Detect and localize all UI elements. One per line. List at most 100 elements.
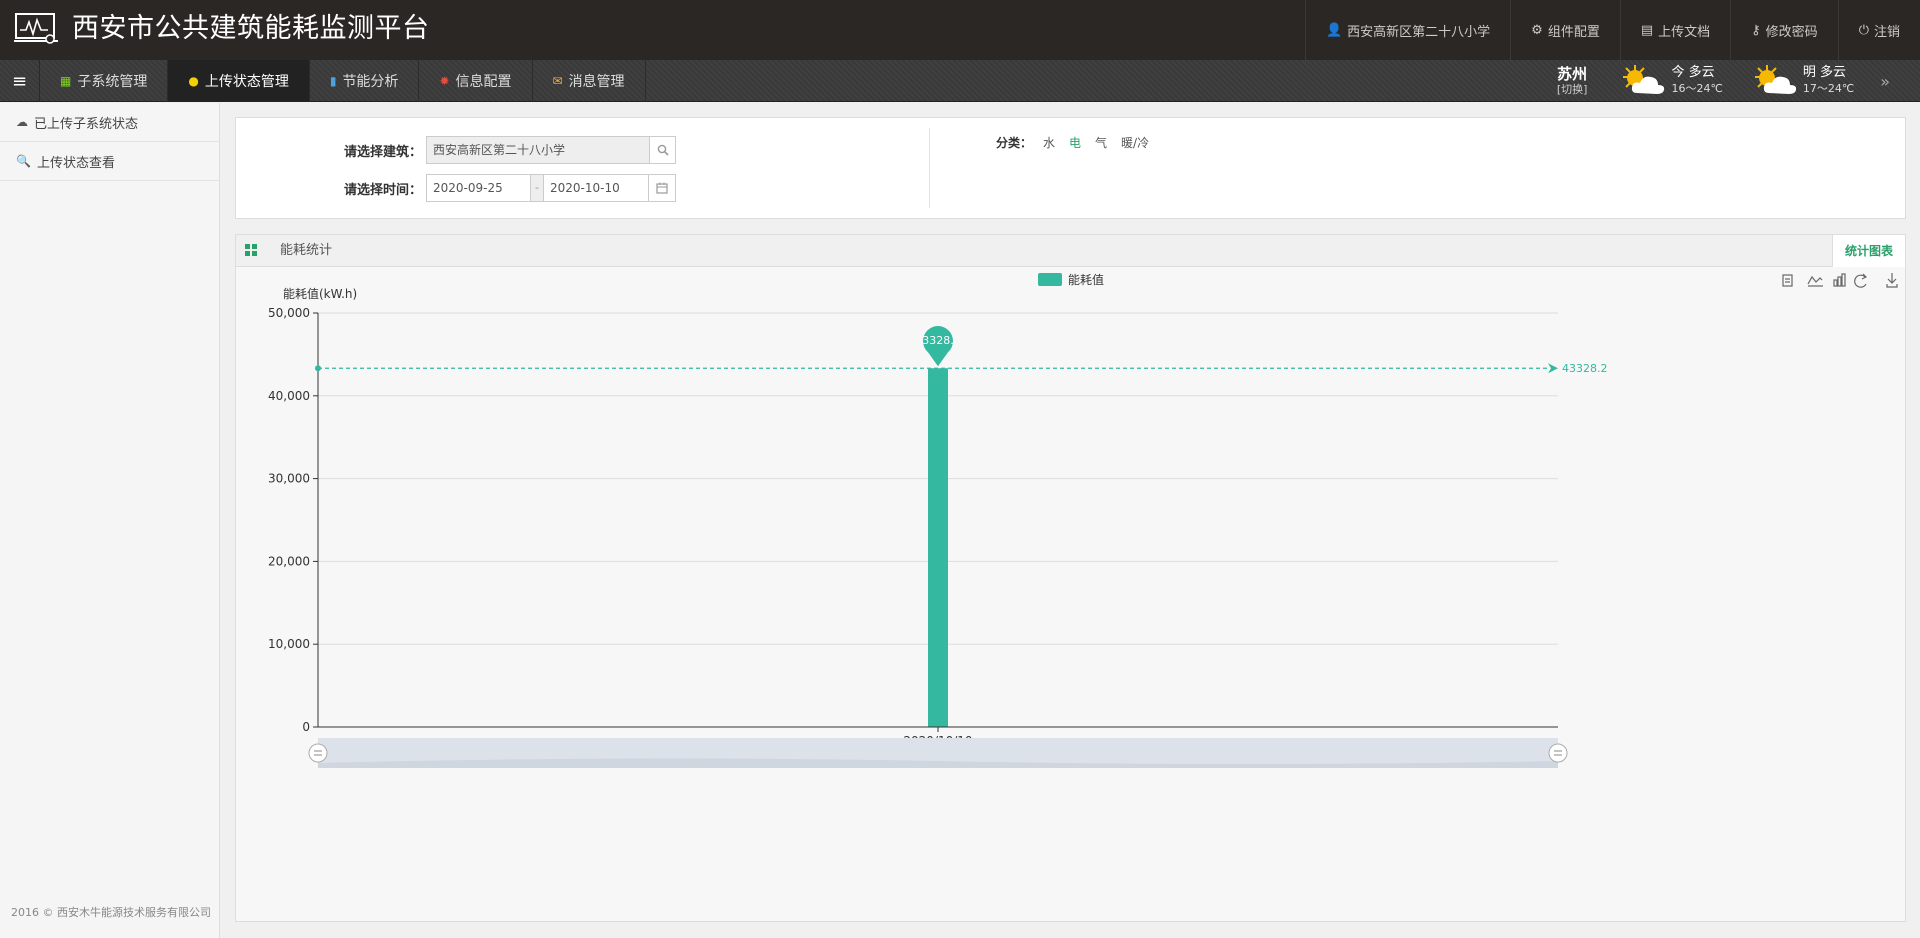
sidebar: ☁ 已上传子系统状态 🔍 上传状态查看 2016 © 西安木牛能源技术服务有限公司 xyxy=(0,103,220,938)
nav-tab-4[interactable]: ✉ 消息管理 xyxy=(533,60,646,102)
weather-today: 今 多云 16～24℃ xyxy=(1617,61,1723,101)
nav-tab-label: 上传状态管理 xyxy=(204,74,289,90)
city-switch-link[interactable]: [切换] xyxy=(1557,83,1588,97)
mark-line-arrow xyxy=(1548,363,1558,374)
y-tick-label: 30,000 xyxy=(268,472,310,486)
menu-toggle-icon[interactable]: ≡ xyxy=(0,60,40,102)
building-select[interactable]: 西安高新区第二十八小学 xyxy=(426,136,676,164)
header-item-label: 组件配置 xyxy=(1547,24,1600,40)
city-name: 苏州 xyxy=(1557,65,1588,83)
energy-chart: 能耗值 能耗值(kW.h) 0 10,000 20,000 30,000 40,000 5… xyxy=(268,272,1898,768)
category-option[interactable]: 电 xyxy=(1069,134,1081,151)
sidebar-item-1[interactable]: 🔍 上传状态查看 xyxy=(0,142,219,181)
filter-divider xyxy=(929,128,930,208)
alert-icon: ● xyxy=(188,74,199,88)
header-item-gear[interactable]: ⚙ 组件配置 xyxy=(1510,0,1620,60)
legend-label[interactable]: 能耗值 xyxy=(1068,272,1104,287)
zoom-slider[interactable] xyxy=(308,738,1568,768)
y-tick-label: 50,000 xyxy=(268,306,310,320)
bar-chart-icon[interactable] xyxy=(1833,273,1846,287)
max-marker-label: 3328. xyxy=(922,334,954,347)
search-icon: 🔍 xyxy=(16,154,31,168)
y-tick-label: 40,000 xyxy=(268,389,310,403)
weather-more-icon[interactable]: » xyxy=(1880,72,1890,91)
mail-icon: ✉ xyxy=(552,74,563,88)
cloud-upload-icon: ☁ xyxy=(16,115,28,129)
header-item-book[interactable]: ▤ 上传文档 xyxy=(1619,0,1730,60)
search-icon[interactable] xyxy=(649,137,675,163)
key-icon: ⚷ xyxy=(1751,22,1761,38)
weather-widget: 苏州 [切换] 今 多云 16～24℃ 明 多云 17～24℃ » xyxy=(1557,60,1920,102)
app-title: 西安市公共建筑能耗监测平台 xyxy=(72,13,430,44)
zoom-handle-right[interactable] xyxy=(1548,743,1568,763)
line-chart-icon[interactable] xyxy=(1807,275,1823,287)
tomorrow-temp: 17～24℃ xyxy=(1802,82,1855,95)
header-item-label: 西安高新区第二十八小学 xyxy=(1347,24,1491,40)
weather-tomorrow: 明 多云 17～24℃ xyxy=(1749,61,1854,101)
y-axis-label: 能耗值(kW.h) xyxy=(283,286,357,301)
category-options: 水电气暖/冷 xyxy=(1043,134,1163,151)
nav-tab-label: 信息配置 xyxy=(455,74,512,90)
chart-panel: 能耗统计 统计图表 能耗值 能耗值(kW.h) 0 10,000 20,000 30,… xyxy=(235,234,1906,922)
sidebar-item-0[interactable]: ☁ 已上传子系统状态 xyxy=(0,103,219,142)
sidebar-item-label: 已上传子系统状态 xyxy=(34,116,139,132)
start-date-input[interactable]: 2020-09-25 xyxy=(426,174,531,202)
header-item-label: 修改密码 xyxy=(1765,24,1818,40)
legend-swatch[interactable] xyxy=(1038,273,1062,286)
building-label: 请选择建筑： xyxy=(344,145,423,160)
monitor-logo-icon xyxy=(14,13,58,44)
user-icon: 👤 xyxy=(1325,22,1343,38)
y-tick-label: 20,000 xyxy=(268,554,310,568)
power-icon: ⏻ xyxy=(1858,22,1869,38)
end-date-input[interactable]: 2020-10-10 xyxy=(543,174,649,202)
book-icon: ▤ xyxy=(1640,22,1654,38)
header-menu: 👤 西安高新区第二十八小学 ⚙ 组件配置 ▤ 上传文档 ⚷ 修改密码 ⏻ 注销 xyxy=(1304,0,1920,60)
app-header: 西安市公共建筑能耗监测平台 👤 西安高新区第二十八小学 ⚙ 组件配置 ▤ 上传文档 ⚷ 修改密… xyxy=(0,0,1920,60)
weather-city: 苏州 [切换] xyxy=(1557,65,1588,97)
partly-cloudy-icon xyxy=(1754,65,1796,94)
mark-line-label: 43328.2 xyxy=(1562,362,1608,375)
category-option[interactable]: 暖/冷 xyxy=(1121,134,1149,151)
nav-tab-3[interactable]: ✹ 信息配置 xyxy=(419,60,533,102)
time-label: 请选择时间： xyxy=(344,183,423,198)
category-label: 分类： xyxy=(996,136,1033,150)
grid-icon: ▦ xyxy=(60,74,72,88)
today-weather: 今 多云 xyxy=(1671,65,1715,80)
chart-toolbox xyxy=(1782,273,1898,288)
header-item-label: 上传文档 xyxy=(1658,24,1711,40)
partly-cloudy-icon xyxy=(1623,65,1665,94)
gear-icon: ⚙ xyxy=(1531,22,1543,38)
nav-tab-label: 节能分析 xyxy=(342,74,399,90)
nav-tab-2[interactable]: ▮ 节能分析 xyxy=(310,60,420,102)
header-item-key[interactable]: ⚷ 修改密码 xyxy=(1730,0,1838,60)
cog-icon: ✹ xyxy=(439,74,450,88)
date-separator: - xyxy=(531,174,543,202)
calendar-icon[interactable] xyxy=(648,174,676,202)
nav-tabs: ▦ 子系统管理 ● 上传状态管理 ▮ 节能分析 ✹ 信息配置 ✉ 消息管理 xyxy=(40,60,646,102)
nav-tab-label: 消息管理 xyxy=(568,74,625,90)
refresh-icon[interactable] xyxy=(1854,273,1868,288)
nav-tab-label: 子系统管理 xyxy=(77,74,148,90)
bar[interactable] xyxy=(928,368,948,727)
copyright: 2016 © 西安木牛能源技术服务有限公司 xyxy=(11,906,211,919)
header-item-power[interactable]: ⏻ 注销 xyxy=(1837,0,1920,60)
download-icon[interactable] xyxy=(1886,273,1898,288)
filter-panel: 请选择建筑： 西安高新区第二十八小学 请选择时间： 2020-09-25 - 2… xyxy=(235,117,1906,219)
mark-line-start xyxy=(315,365,321,372)
nav-tab-1[interactable]: ● 上传状态管理 xyxy=(168,60,310,102)
data-view-icon[interactable] xyxy=(1782,274,1793,287)
main-navbar: ≡ ▦ 子系统管理 ● 上传状态管理 ▮ 节能分析 ✹ 信息配置 ✉ 消息管理 苏州 [切换] 今… xyxy=(0,60,1920,102)
bar-chart-icon: ▮ xyxy=(329,74,337,88)
nav-tab-0[interactable]: ▦ 子系统管理 xyxy=(40,60,169,102)
y-tick-label: 10,000 xyxy=(268,637,310,651)
category-option[interactable]: 气 xyxy=(1095,134,1107,151)
zoom-handle-left[interactable] xyxy=(308,743,328,763)
header-item-user[interactable]: 👤 西安高新区第二十八小学 xyxy=(1304,0,1510,60)
sidebar-item-label: 上传状态查看 xyxy=(36,155,115,171)
building-value: 西安高新区第二十八小学 xyxy=(433,143,566,157)
y-tick-label: 0 xyxy=(302,720,310,734)
category-option[interactable]: 水 xyxy=(1043,134,1055,151)
tomorrow-weather: 明 多云 xyxy=(1802,65,1846,80)
today-temp: 16～24℃ xyxy=(1671,82,1723,95)
header-item-label: 注销 xyxy=(1873,24,1900,40)
